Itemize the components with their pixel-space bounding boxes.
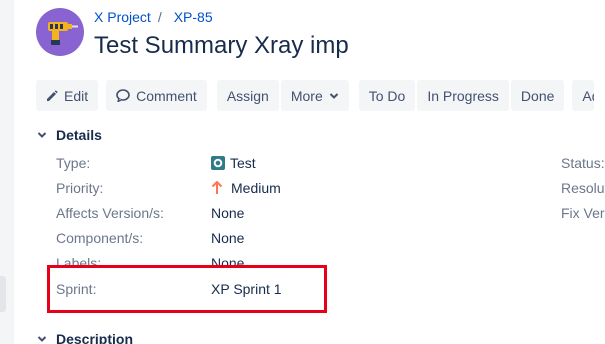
description-section-header[interactable]: Description [36, 331, 133, 344]
type-label: Type: [56, 155, 91, 171]
breadcrumb-issue-link[interactable]: XP-85 [174, 9, 213, 25]
left-sidebar-strip [0, 0, 14, 344]
done-transition-button[interactable]: Done [510, 80, 565, 111]
edit-button-label: Edit [64, 87, 89, 104]
assign-button-label: Assign [226, 87, 269, 104]
breadcrumb: X Project / XP-85 [94, 9, 213, 25]
breadcrumb-project-link[interactable]: X Project [94, 9, 151, 25]
comment-button-label: Comment [136, 87, 197, 104]
comment-icon [116, 89, 130, 102]
breadcrumb-separator: / [157, 9, 162, 25]
fix-version-label: Fix Vers [561, 205, 605, 221]
sprint-highlight-box [47, 265, 327, 313]
status-label: Status: [561, 155, 605, 171]
issue-title[interactable]: Test Summary Xray imp [94, 32, 349, 60]
resolution-label: Resolut [561, 180, 605, 196]
chevron-down-icon [329, 92, 338, 99]
drill-icon[interactable] [36, 8, 84, 56]
chevron-down-icon [37, 132, 47, 138]
more-button[interactable]: More [280, 80, 349, 111]
arrow-up-icon [211, 181, 223, 194]
admin-button-label: Ad [582, 87, 594, 104]
inprogress-button-label: In Progress [427, 87, 499, 104]
inprogress-transition-button[interactable]: In Progress [417, 80, 509, 111]
description-heading: Description [56, 331, 134, 344]
more-button-label: More [290, 87, 323, 104]
priority-value[interactable]: Medium [211, 180, 281, 196]
action-button-group: Assign More [216, 80, 349, 111]
test-type-icon [211, 156, 225, 170]
todo-button-label: To Do [368, 87, 406, 104]
type-value[interactable]: Test [211, 155, 256, 171]
done-button-label: Done [520, 87, 555, 104]
components-value[interactable]: None [211, 230, 244, 246]
chevron-down-icon [37, 336, 47, 342]
edit-button[interactable]: Edit [36, 80, 99, 111]
todo-transition-button[interactable]: To Do [358, 80, 416, 111]
admin-button[interactable]: Ad [572, 80, 595, 111]
pencil-icon [47, 89, 58, 101]
affects-version-label: Affects Version/s: [56, 205, 164, 221]
details-section-header[interactable]: Details [36, 127, 102, 143]
priority-label: Priority: [56, 180, 104, 196]
components-label: Component/s: [56, 230, 144, 246]
workflow-button-group: To Do In Progress Done [358, 80, 565, 111]
assign-button[interactable]: Assign [216, 80, 279, 111]
details-heading: Details [56, 127, 102, 143]
type-value-text: Test [230, 155, 256, 171]
priority-value-text: Medium [231, 180, 281, 196]
issue-toolbar: Edit Comment Assign More To Do In Progre… [36, 80, 595, 111]
comment-button[interactable]: Comment [106, 80, 207, 111]
affects-version-value[interactable]: None [211, 205, 244, 221]
sidebar-collapse-handle[interactable] [0, 276, 6, 312]
